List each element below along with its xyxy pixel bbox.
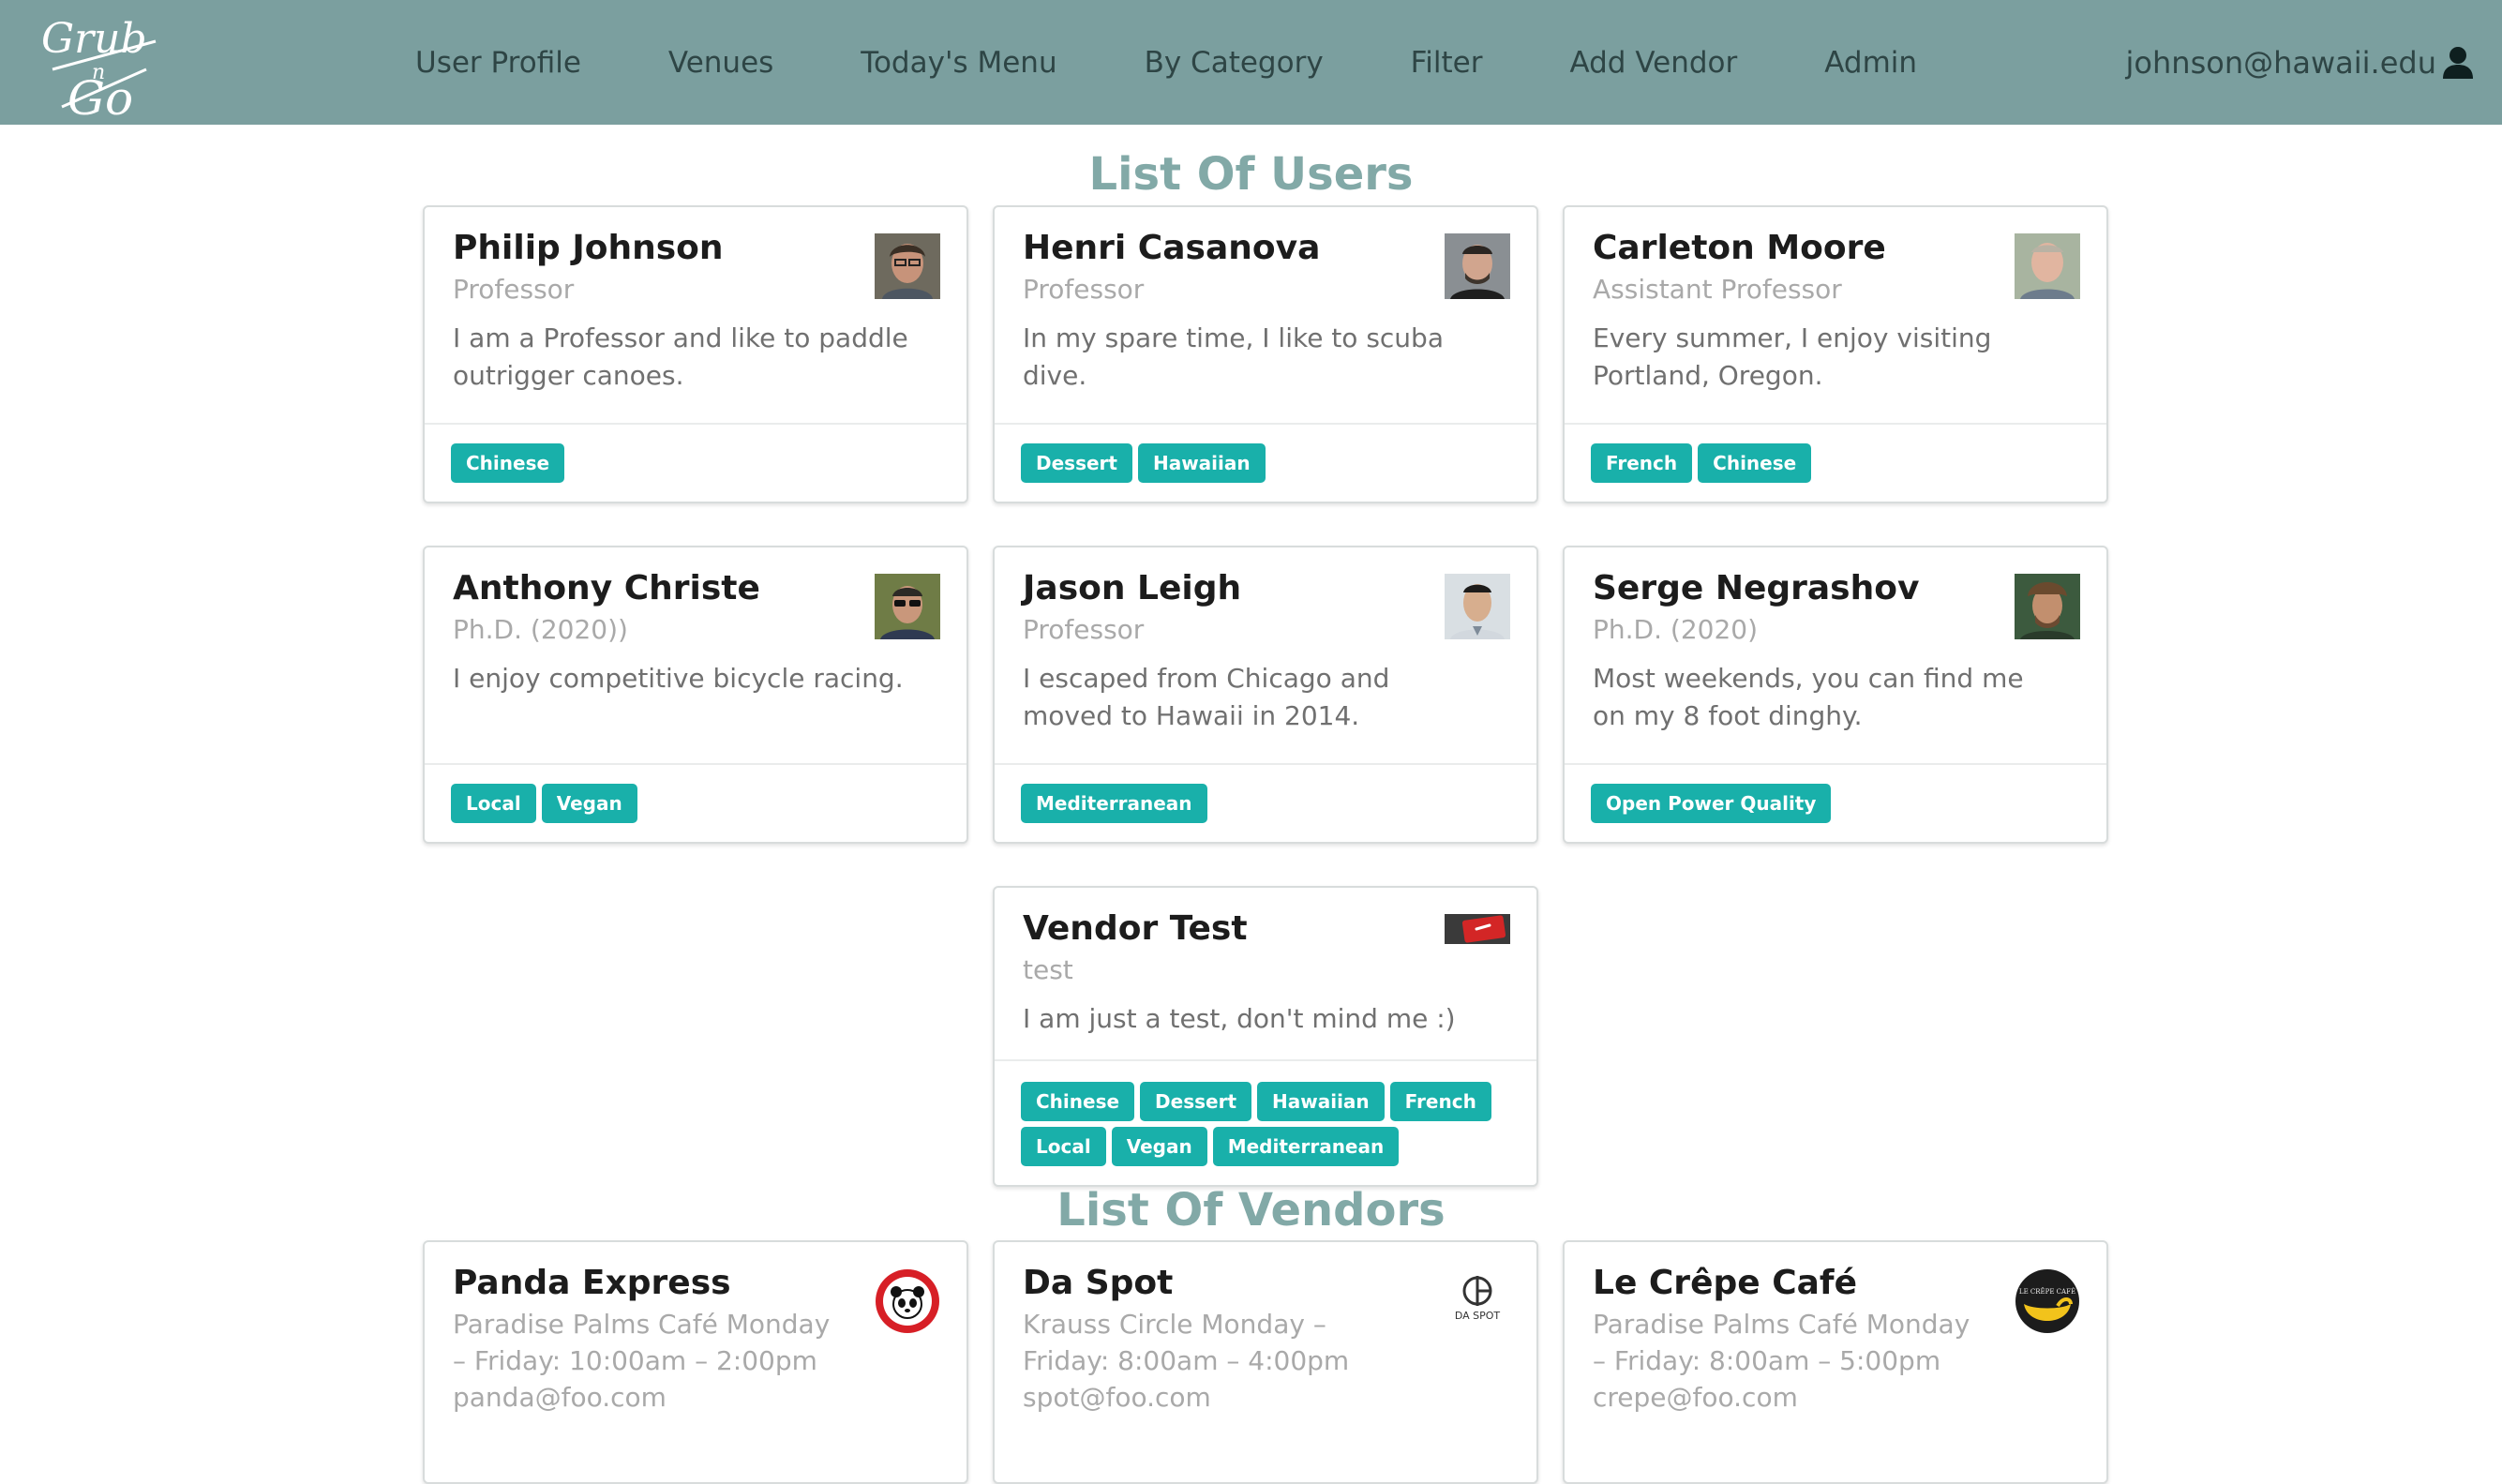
interest-tag[interactable]: Dessert (1140, 1082, 1252, 1121)
nav-add-vendor[interactable]: Add Vendor (1569, 46, 1737, 80)
user-title: Professor (453, 274, 575, 305)
vendor-info: Krauss Circle Monday – Friday: 8:00am – … (1023, 1309, 1350, 1413)
user-title: test (1023, 954, 1073, 985)
interest-tag[interactable]: Chinese (451, 443, 565, 483)
interest-tag[interactable]: Hawaiian (1137, 443, 1266, 483)
vendor-name: Panda Express (453, 1264, 731, 1302)
vendor-card: Le Crêpe Café Paradise Palms Café Monday… (1563, 1240, 2108, 1484)
user-card: Jason Leigh Professor I escaped from Chi… (993, 546, 1538, 844)
user-name: Philip Johnson (453, 229, 724, 267)
tag-list: Mediterranean (995, 763, 1536, 842)
avatar (875, 574, 940, 639)
interest-tag[interactable]: French (1591, 443, 1693, 483)
interest-tag[interactable]: Vegan (1111, 1127, 1207, 1166)
user-title: Ph.D. (2020)) (453, 614, 628, 645)
panda-express-logo (876, 1269, 939, 1333)
interest-tag[interactable]: Mediterranean (1021, 784, 1207, 823)
interest-tag[interactable]: French (1389, 1082, 1491, 1121)
vendor-info: Paradise Palms Café Monday – Friday: 8:0… (1593, 1309, 1970, 1413)
user-icon[interactable] (2442, 46, 2474, 80)
vendor-name: Da Spot (1023, 1264, 1174, 1302)
vendor-name: Le Crêpe Café (1593, 1264, 1857, 1302)
users-heading: List Of Users (1088, 148, 1414, 201)
avatar (2015, 574, 2080, 639)
interest-tag[interactable]: Chinese (1698, 443, 1812, 483)
user-name: Serge Negrashov (1593, 569, 1920, 607)
user-card: Anthony Christe Ph.D. (2020)) I enjoy co… (423, 546, 968, 844)
interest-tag[interactable]: Local (451, 784, 536, 823)
vendor-card: Da Spot Krauss Circle Monday – Friday: 8… (993, 1240, 1538, 1484)
user-name: Jason Leigh (1023, 569, 1242, 607)
grub-n-go-logo[interactable]: Grub n Go (34, 4, 165, 122)
user-email[interactable]: johnson@hawaii.edu (2126, 45, 2436, 81)
user-title: Professor (1023, 614, 1145, 645)
tag-list: Dessert Hawaiian (995, 423, 1536, 502)
vendor-info: Paradise Palms Café Monday – Friday: 10:… (453, 1309, 831, 1413)
user-description: In my spare time, I like to scuba dive. (1023, 322, 1444, 391)
user-menu[interactable]: johnson@hawaii.edu (2126, 0, 2474, 125)
interest-tag[interactable]: Chinese (1021, 1082, 1135, 1121)
svg-text:LE CRÊPE CAFÉ: LE CRÊPE CAFÉ (2019, 1287, 2075, 1296)
tag-list: Local Vegan (425, 763, 966, 842)
user-card: Henri Casanova Professor In my spare tim… (993, 205, 1538, 503)
avatar (1445, 233, 1510, 299)
interest-tag[interactable]: Vegan (541, 784, 637, 823)
tag-list: French Chinese (1565, 423, 2106, 502)
da-spot-logo-text: DA SPOT (1455, 1310, 1501, 1322)
nav-user-profile[interactable]: User Profile (415, 46, 581, 80)
user-card: Serge Negrashov Ph.D. (2020) Most weeken… (1563, 546, 2108, 844)
user-description: I am a Professor and like to paddle outr… (453, 322, 908, 391)
user-name: Henri Casanova (1023, 229, 1321, 267)
svg-text:Grub: Grub (41, 15, 147, 63)
avatar (875, 233, 940, 299)
user-card: Vendor Test test I am just a test, don't… (993, 886, 1538, 1187)
tag-list: Chinese (425, 423, 966, 502)
user-description: Every summer, I enjoy visiting Portland,… (1593, 322, 1992, 391)
user-card: Philip Johnson Professor I am a Professo… (423, 205, 968, 503)
da-spot-logo: DA SPOT (1445, 1268, 1510, 1334)
top-navbar: Grub n Go User Profile Venues Today's Me… (0, 0, 2502, 125)
nav-by-category[interactable]: By Category (1145, 46, 1324, 80)
user-description: I enjoy competitive bicycle racing. (453, 663, 904, 694)
tag-list: Chinese Dessert Hawaiian French Local Ve… (995, 1059, 1536, 1185)
user-description: I escaped from Chicago and moved to Hawa… (1023, 663, 1390, 731)
user-card: Carleton Moore Assistant Professor Every… (1563, 205, 2108, 503)
user-title: Ph.D. (2020) (1593, 614, 1758, 645)
user-description: Most weekends, you can find me on my 8 f… (1593, 663, 2024, 731)
user-name: Carleton Moore (1593, 229, 1886, 267)
interest-tag[interactable]: Local (1021, 1127, 1106, 1166)
user-title: Assistant Professor (1593, 274, 1842, 305)
vendors-heading: List Of Vendors (1056, 1184, 1446, 1237)
le-crepe-cafe-logo: LE CRÊPE CAFÉ (2015, 1269, 2079, 1333)
interest-tag[interactable]: Hawaiian (1257, 1082, 1385, 1121)
user-name: Anthony Christe (453, 569, 760, 607)
avatar (2015, 233, 2080, 299)
tag-list: Open Power Quality (1565, 763, 2106, 842)
user-name: Vendor Test (1023, 909, 1248, 948)
nav-filter[interactable]: Filter (1411, 46, 1483, 80)
interest-tag[interactable]: Open Power Quality (1591, 784, 1832, 823)
nav-venues[interactable]: Venues (668, 46, 773, 80)
user-title: Professor (1023, 274, 1145, 305)
avatar (1445, 574, 1510, 639)
interest-tag[interactable]: Dessert (1021, 443, 1132, 483)
vendor-card: Panda Express Paradise Palms Café Monday… (423, 1240, 968, 1484)
nav-todays-menu[interactable]: Today's Menu (861, 46, 1056, 80)
nav-links: User Profile Venues Today's Menu By Cate… (415, 0, 2004, 125)
avatar (1445, 914, 1510, 944)
nav-admin[interactable]: Admin (1824, 46, 1917, 80)
user-description: I am just a test, don't mind me :) (1023, 1003, 1456, 1034)
interest-tag[interactable]: Mediterranean (1212, 1127, 1400, 1166)
